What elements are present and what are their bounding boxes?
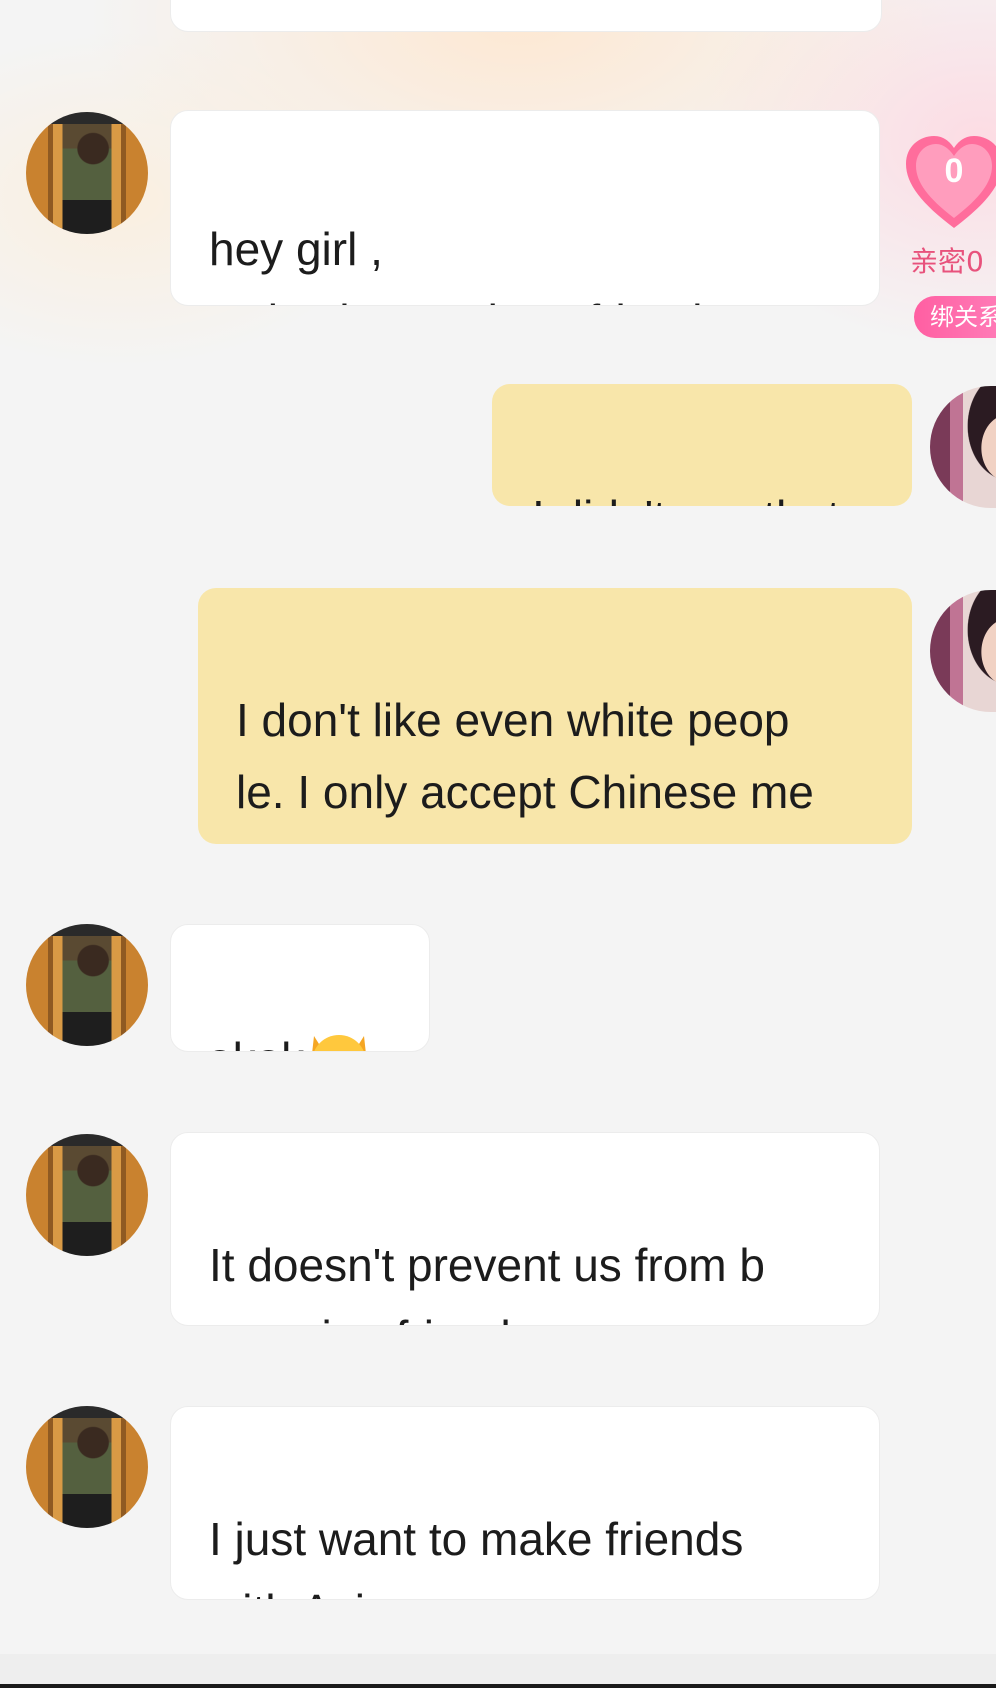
user-avatar[interactable] bbox=[930, 386, 996, 508]
message-text: hey girl , Relax just make a friend bbox=[209, 223, 702, 305]
bind-relationship-button[interactable]: 绑关系 bbox=[914, 296, 996, 338]
message-text: I don't like even white peop le. I only … bbox=[236, 694, 814, 844]
contact-avatar[interactable] bbox=[26, 1406, 148, 1528]
contact-avatar[interactable] bbox=[26, 1134, 148, 1256]
bottom-divider bbox=[0, 1684, 996, 1688]
incoming-message-bubble[interactable]: okok bbox=[170, 924, 430, 1052]
message-text: I just want to make friends with Asian w… bbox=[209, 1513, 744, 1599]
laughing-cat-emoji-icon bbox=[304, 1022, 374, 1051]
message-text: It doesn't prevent us from b ecoming fri… bbox=[209, 1239, 765, 1325]
user-avatar[interactable] bbox=[930, 590, 996, 712]
intimacy-level-label: 亲密0 bbox=[910, 245, 984, 278]
previous-message-bubble-partial bbox=[170, 0, 882, 32]
message-text: okok bbox=[207, 1033, 304, 1051]
contact-avatar[interactable] bbox=[26, 924, 148, 1046]
incoming-message-bubble[interactable]: It doesn't prevent us from b ecoming fri… bbox=[170, 1132, 880, 1326]
incoming-message-bubble[interactable]: hey girl , Relax just make a friend bbox=[170, 110, 880, 306]
intimacy-widget[interactable]: 0 亲密0 绑关系 bbox=[900, 128, 996, 348]
message-text: I didn't say that bbox=[532, 491, 840, 506]
incoming-message-bubble[interactable]: I just want to make friends with Asian w… bbox=[170, 1406, 880, 1600]
intimacy-count: 0 bbox=[944, 152, 964, 190]
outgoing-message-bubble[interactable]: I don't like even white peop le. I only … bbox=[198, 588, 912, 844]
chat-message-list[interactable]: hey girl , Relax just make a friend 0 亲密… bbox=[0, 0, 996, 1688]
contact-avatar[interactable] bbox=[26, 112, 148, 234]
heart-icon[interactable]: 0 bbox=[902, 132, 996, 236]
outgoing-message-bubble[interactable]: I didn't say that bbox=[492, 384, 912, 506]
input-area-top-edge bbox=[0, 1654, 996, 1684]
